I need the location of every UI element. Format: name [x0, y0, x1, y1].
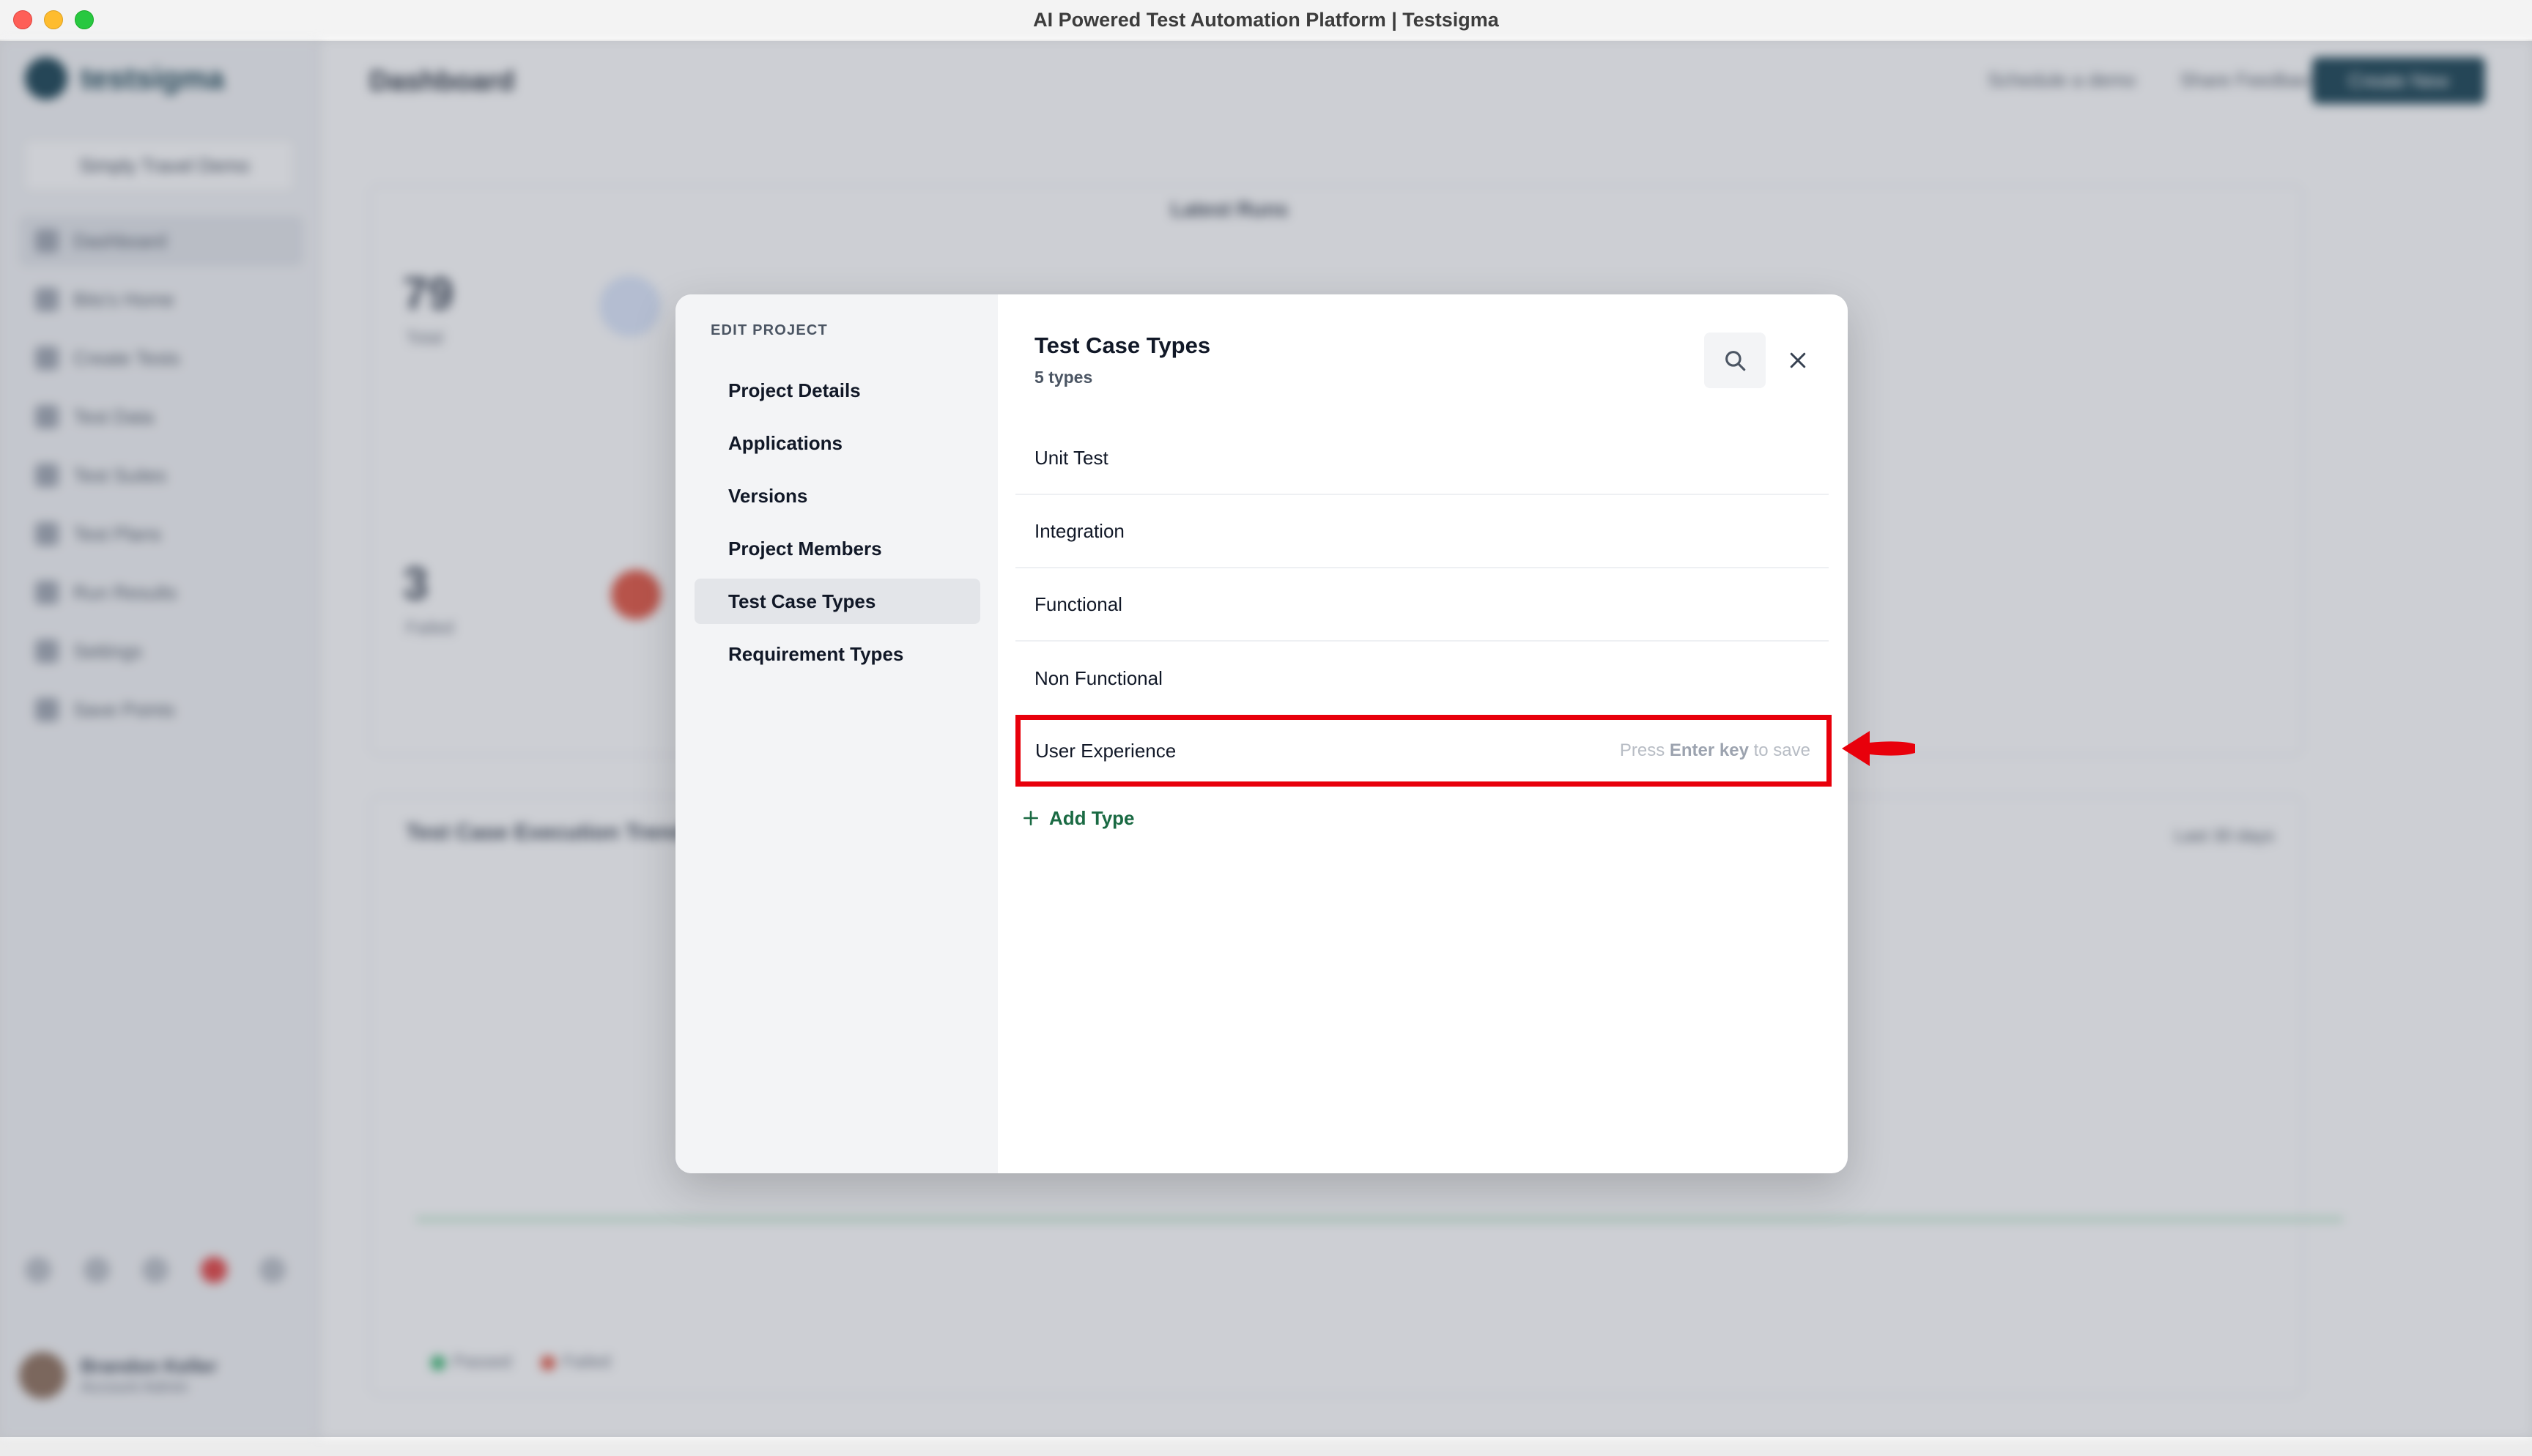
nav-item-project-members[interactable]: Project Members: [695, 526, 980, 571]
list-item[interactable]: Unit Test: [1015, 422, 1829, 495]
type-label: Non Functional: [1034, 666, 1163, 689]
hint-key: Enter key: [1669, 740, 1749, 760]
nav-item-project-details[interactable]: Project Details: [695, 368, 980, 413]
modal-content: Test Case Types 5 types Unit Test Integr…: [998, 294, 1848, 1173]
close-icon: [1790, 352, 1806, 368]
search-icon: [1725, 351, 1746, 371]
new-type-row-highlight: Press Enter key to save: [1015, 715, 1832, 787]
list-item[interactable]: Non Functional: [1015, 642, 1829, 715]
nav-item-test-case-types[interactable]: Test Case Types: [695, 579, 980, 624]
hint-prefix: Press: [1619, 740, 1670, 760]
window-title: AI Powered Test Automation Platform | Te…: [1033, 8, 1499, 31]
nav-item-versions[interactable]: Versions: [695, 473, 980, 519]
nav-item-requirement-types[interactable]: Requirement Types: [695, 631, 980, 677]
edit-project-modal: EDIT PROJECT Project Details Application…: [675, 294, 1848, 1173]
close-button[interactable]: [1777, 340, 1818, 381]
annotation-arrow-icon: [1842, 731, 1915, 766]
type-label: Unit Test: [1034, 446, 1108, 469]
add-type-label: Add Type: [1049, 806, 1135, 829]
modal-nav: EDIT PROJECT Project Details Application…: [675, 294, 998, 1173]
type-label: Functional: [1034, 593, 1122, 615]
type-label: Integration: [1034, 519, 1125, 542]
plus-icon: [1023, 811, 1038, 825]
new-type-input[interactable]: [1035, 739, 1620, 762]
search-button[interactable]: [1704, 333, 1766, 388]
nav-heading: EDIT PROJECT: [711, 322, 828, 338]
list-item[interactable]: Integration: [1015, 495, 1829, 568]
window-titlebar: AI Powered Test Automation Platform | Te…: [0, 0, 2532, 41]
window-close-button[interactable]: [13, 10, 32, 29]
list-item[interactable]: Functional: [1015, 568, 1829, 642]
nav-item-applications[interactable]: Applications: [695, 420, 980, 466]
window-maximize-button[interactable]: [75, 10, 94, 29]
section-title: Test Case Types: [1034, 333, 1211, 358]
window-controls: [13, 10, 94, 29]
add-type-button[interactable]: Add Type: [1021, 800, 1135, 836]
save-hint: Press Enter key to save: [1620, 740, 1810, 761]
window-minimize-button[interactable]: [44, 10, 63, 29]
type-count: 5 types: [1034, 368, 1093, 387]
hint-suffix: to save: [1748, 740, 1810, 760]
